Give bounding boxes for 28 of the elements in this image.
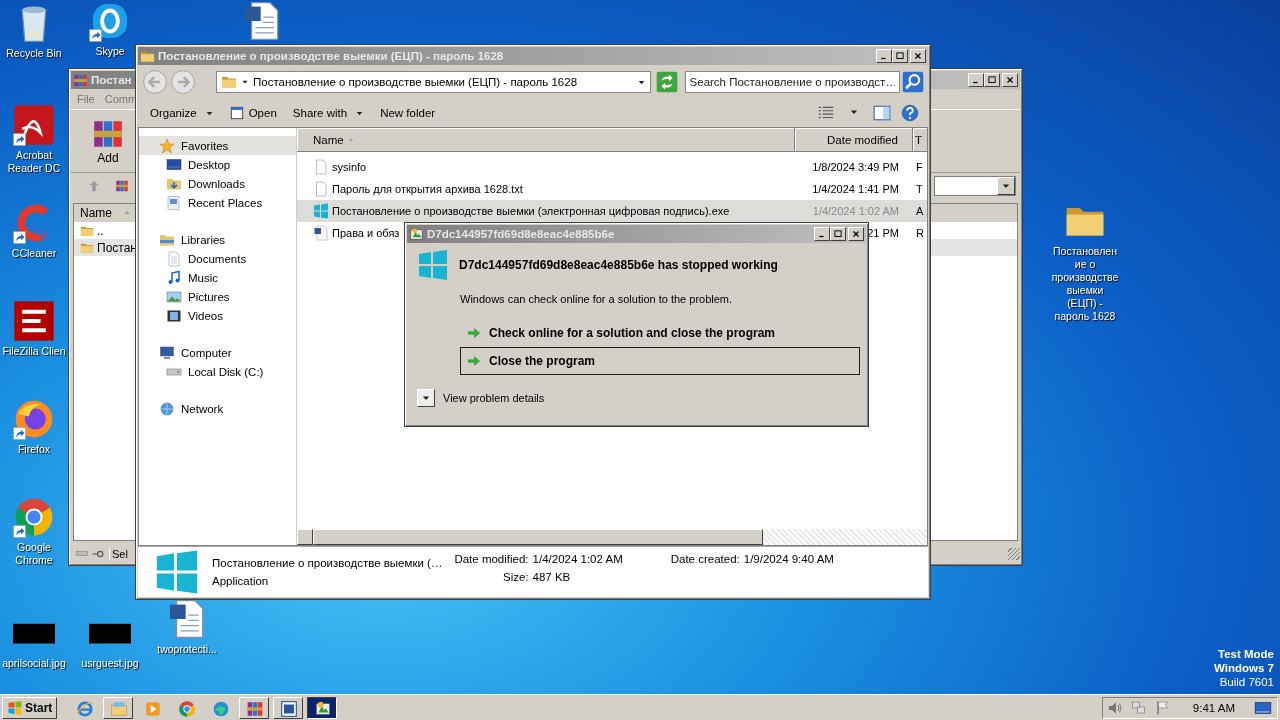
table-cell: 1/4/2024 1:41 PM <box>812 183 899 195</box>
table-cell: R <box>916 227 924 239</box>
dialog-heading: D7dc144957fd69d8e8eac4e885b6e has stopped working <box>459 258 778 272</box>
detail-value: 487 KB <box>532 571 572 583</box>
detail-label: Date created: <box>670 553 740 565</box>
file-name: Постановление о производстве выемки (электронная цифровая подпись).exe <box>332 205 730 217</box>
window-title: Постан <box>91 74 132 86</box>
window-title: Постановление о производстве выемки (ЕЦП) - пароль 1628 <box>158 50 504 62</box>
system-notice: Test Mode <box>1218 647 1274 661</box>
file-name: sysinfo <box>332 161 367 173</box>
table-cell: 1/8/2024 3:49 PM <box>812 161 899 173</box>
file-name: Пароль для открытия архива 1628.txt <box>332 183 523 195</box>
detail-value: 1/9/2024 9:40 AM <box>743 553 834 565</box>
dialog-message: Windows can check online for a solution to the problem. <box>460 293 734 305</box>
system-notice: Build 7601 <box>1219 675 1274 689</box>
file-name: Постановление о производстве выемки (… <box>212 557 443 569</box>
system-notice: Windows 7 <box>1214 661 1274 675</box>
detail-label: Date modified: <box>454 553 529 565</box>
file-name: Права и обяз <box>332 227 400 239</box>
window-title: D7dc144957fd69d8e8eac4e885b6e <box>427 228 615 240</box>
table-cell: 1/4/2024 1:02 AM <box>812 205 899 217</box>
file-type: Application <box>212 575 270 587</box>
table-cell: A <box>916 205 924 217</box>
table-cell: F <box>916 161 923 173</box>
detail-value: 1/4/2024 1:02 AM <box>532 553 623 565</box>
table-cell: T <box>916 183 923 195</box>
status-text: Sel <box>109 548 128 560</box>
detail-label: Size: <box>503 571 529 583</box>
